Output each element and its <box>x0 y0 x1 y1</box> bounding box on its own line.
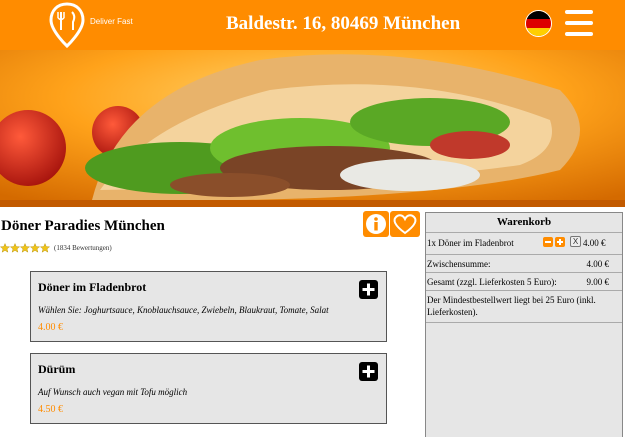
total-row: Gesamt (zzgl. Lieferkosten 5 Euro): 9.00… <box>426 273 622 291</box>
delivery-address[interactable]: Baldestr. 16, 80469 München <box>226 13 460 35</box>
total-label: Gesamt (zzgl. Lieferkosten 5 Euro): <box>427 277 557 287</box>
product-description: Auf Wunsch auch vegan mit Tofu möglich <box>38 387 188 397</box>
de-flag-icon[interactable] <box>525 10 552 37</box>
cart-panel: Warenkorb 1x Döner im Fladenbrot X 4.00 … <box>425 212 623 437</box>
subtotal-row: Zwischensumme: 4.00 € <box>426 255 622 273</box>
rating-count: (1834 Bewertungen) <box>54 244 112 252</box>
minimum-order-note: Der Mindestbestellwert liegt bei 25 Euro… <box>426 291 622 323</box>
star-icon <box>30 243 40 253</box>
minus-icon[interactable] <box>543 237 553 247</box>
product-name: Döner im Fladenbrot <box>38 280 147 294</box>
remove-item-button[interactable]: X <box>570 236 581 247</box>
product-description: Wählen Sie: Joghurtsauce, Knoblauchsauce… <box>38 305 329 315</box>
star-icon <box>0 243 10 253</box>
restaurant-name: Döner Paradies München <box>1 218 165 234</box>
total-value: 9.00 € <box>586 277 610 287</box>
plus-icon[interactable] <box>555 237 565 247</box>
header-bar: Deliver Fast Baldestr. 16, 80469 München <box>0 0 625 50</box>
subtotal-value: 4.00 € <box>586 259 610 269</box>
cart-title: Warenkorb <box>426 213 622 233</box>
rating: (1834 Bewertungen) <box>0 242 112 254</box>
star-icon <box>40 243 50 253</box>
plus-icon[interactable] <box>359 280 378 299</box>
star-icon <box>20 243 30 253</box>
product-price: 4.50 € <box>38 404 63 415</box>
hero-image <box>0 50 625 207</box>
info-icon[interactable] <box>363 211 389 237</box>
product-name: Dürüm <box>38 362 76 376</box>
heart-icon[interactable] <box>390 211 420 237</box>
product-card[interactable]: Döner im Fladenbrot Wählen Sie: Joghurts… <box>30 271 387 342</box>
subtotal-label: Zwischensumme: <box>427 259 491 269</box>
cart-item-label: 1x Döner im Fladenbrot <box>427 238 514 248</box>
product-card[interactable]: Dürüm Auf Wunsch auch vegan mit Tofu mög… <box>30 353 387 424</box>
logo-pin-icon[interactable] <box>48 2 86 48</box>
cart-item-price: 4.00 € <box>583 238 606 248</box>
star-icon <box>10 243 20 253</box>
product-price: 4.00 € <box>38 322 63 333</box>
hamburger-menu-icon[interactable] <box>565 10 593 36</box>
logo-text: Deliver Fast <box>90 17 133 26</box>
plus-icon[interactable] <box>359 362 378 381</box>
cart-item: 1x Döner im Fladenbrot X 4.00 € <box>426 233 622 255</box>
